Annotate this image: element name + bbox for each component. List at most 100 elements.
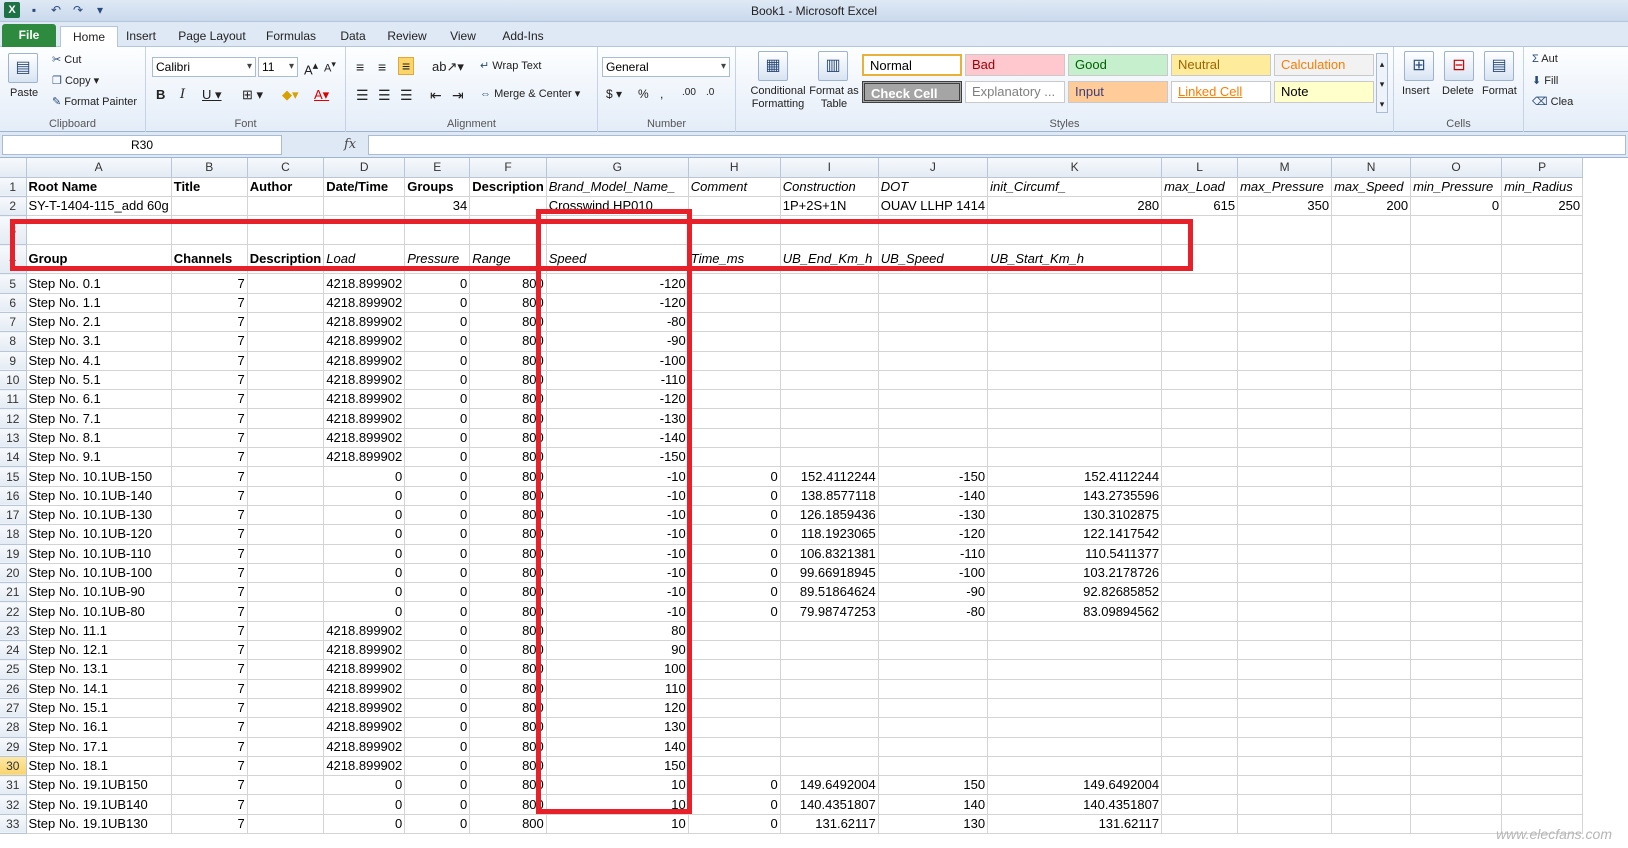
cell-e28[interactable]: 0 — [404, 717, 471, 738]
cell-m26[interactable] — [1237, 679, 1333, 699]
cell-e29[interactable]: 0 — [404, 737, 471, 757]
cell-a2[interactable]: SY-T-1404-115_add 60g — [26, 196, 172, 217]
cell-e5[interactable]: 0 — [404, 273, 471, 294]
cell-l6[interactable] — [1161, 293, 1239, 313]
cell-l11[interactable] — [1161, 389, 1239, 410]
cell-c10[interactable] — [247, 370, 325, 391]
cell-k3[interactable] — [987, 215, 1163, 246]
cell-b4[interactable]: Channels — [171, 244, 248, 275]
cell-d25[interactable]: 4218.899902 — [323, 659, 406, 680]
align-top-icon[interactable]: ≡ — [356, 59, 364, 75]
cell-f4[interactable]: Range — [469, 244, 547, 275]
cell-h10[interactable] — [688, 370, 781, 391]
cell-k2[interactable]: 280 — [987, 196, 1163, 217]
cell-k17[interactable]: 130.3102875 — [987, 505, 1163, 526]
cell-b24[interactable]: 7 — [171, 640, 248, 661]
cell-style-normal[interactable]: Normal — [862, 54, 962, 76]
cell-i5[interactable] — [780, 273, 879, 294]
row-header[interactable]: 29 — [0, 737, 27, 757]
cell-l25[interactable] — [1161, 659, 1239, 680]
decrease-indent-icon[interactable]: ⇤ — [430, 87, 442, 104]
cell-c18[interactable] — [247, 524, 325, 545]
cell-g27[interactable]: 120 — [546, 698, 689, 719]
cell-i14[interactable] — [780, 447, 879, 468]
cell-l7[interactable] — [1161, 312, 1239, 333]
cell-k8[interactable] — [987, 331, 1163, 352]
cell-h7[interactable] — [688, 312, 781, 333]
cell-p3[interactable] — [1501, 215, 1584, 246]
cell-e20[interactable]: 0 — [404, 563, 471, 584]
cell-h11[interactable] — [688, 389, 781, 410]
cell-h25[interactable] — [688, 659, 781, 680]
cell-l24[interactable] — [1161, 640, 1239, 661]
row-header[interactable]: 4 — [0, 244, 27, 275]
cell-f29[interactable]: 800 — [469, 737, 547, 757]
cell-n30[interactable] — [1331, 756, 1412, 777]
cell-l20[interactable] — [1161, 563, 1239, 584]
cell-k1[interactable]: init_Circumf_ — [987, 177, 1163, 198]
cell-l13[interactable] — [1161, 428, 1239, 449]
cell-g18[interactable]: -10 — [546, 524, 689, 545]
column-header-p[interactable]: P — [1501, 158, 1584, 178]
cell-j24[interactable] — [878, 640, 989, 661]
cell-d6[interactable]: 4218.899902 — [323, 293, 406, 313]
cell-h29[interactable] — [688, 737, 781, 757]
cell-c30[interactable] — [247, 756, 325, 777]
cell-i33[interactable]: 131.62117 — [780, 814, 879, 835]
cell-d3[interactable] — [323, 215, 406, 246]
cell-a6[interactable]: Step No. 1.1 — [26, 293, 172, 313]
cell-g11[interactable]: -120 — [546, 389, 689, 410]
cell-n17[interactable] — [1331, 505, 1412, 526]
cell-p9[interactable] — [1501, 351, 1584, 371]
cell-d29[interactable]: 4218.899902 — [323, 737, 406, 757]
row-header[interactable]: 28 — [0, 717, 27, 738]
cell-l18[interactable] — [1161, 524, 1239, 545]
cell-o10[interactable] — [1410, 370, 1503, 391]
cell-a11[interactable]: Step No. 6.1 — [26, 389, 172, 410]
cell-k22[interactable]: 83.09894562 — [987, 601, 1163, 622]
row-header[interactable]: 25 — [0, 659, 27, 680]
cell-o28[interactable] — [1410, 717, 1503, 738]
cell-d7[interactable]: 4218.899902 — [323, 312, 406, 333]
cell-g12[interactable]: -130 — [546, 408, 689, 429]
cell-o20[interactable] — [1410, 563, 1503, 584]
cell-e19[interactable]: 0 — [404, 544, 471, 564]
cell-o15[interactable] — [1410, 466, 1503, 487]
cell-f10[interactable]: 800 — [469, 370, 547, 391]
cell-m24[interactable] — [1237, 640, 1333, 661]
cell-o24[interactable] — [1410, 640, 1503, 661]
cell-o21[interactable] — [1410, 582, 1503, 603]
cell-p8[interactable] — [1501, 331, 1584, 352]
cell-f32[interactable]: 800 — [469, 794, 547, 815]
cell-d13[interactable]: 4218.899902 — [323, 428, 406, 449]
cell-i28[interactable] — [780, 717, 879, 738]
tab-data[interactable]: Data — [336, 26, 370, 47]
cell-b29[interactable]: 7 — [171, 737, 248, 757]
cell-d21[interactable]: 0 — [323, 582, 406, 603]
cell-e31[interactable]: 0 — [404, 775, 471, 796]
tab-insert[interactable]: Insert — [120, 26, 162, 47]
cell-l1[interactable]: max_Load — [1161, 177, 1239, 198]
cell-m11[interactable] — [1237, 389, 1333, 410]
row-header[interactable]: 18 — [0, 524, 27, 545]
cell-n9[interactable] — [1331, 351, 1412, 371]
merge-center-button[interactable]: ⇔ Merge & Center ▾ — [480, 87, 580, 100]
cell-i8[interactable] — [780, 331, 879, 352]
cell-e23[interactable]: 0 — [404, 621, 471, 642]
cell-c19[interactable] — [247, 544, 325, 564]
cell-a12[interactable]: Step No. 7.1 — [26, 408, 172, 429]
cell-b28[interactable]: 7 — [171, 717, 248, 738]
cell-p23[interactable] — [1501, 621, 1584, 642]
conditional-formatting-button[interactable]: Conditional Formatting — [742, 85, 814, 111]
cell-m16[interactable] — [1237, 486, 1333, 506]
column-header-d[interactable]: D — [323, 158, 406, 178]
cell-i32[interactable]: 140.4351807 — [780, 794, 879, 815]
cell-h14[interactable] — [688, 447, 781, 468]
cell-a32[interactable]: Step No. 19.1UB140 — [26, 794, 172, 815]
cell-h2[interactable] — [688, 196, 781, 217]
cell-o3[interactable] — [1410, 215, 1503, 246]
cell-h22[interactable]: 0 — [688, 601, 781, 622]
cell-h19[interactable]: 0 — [688, 544, 781, 564]
cell-i22[interactable]: 79.98747253 — [780, 601, 879, 622]
cell-g19[interactable]: -10 — [546, 544, 689, 564]
